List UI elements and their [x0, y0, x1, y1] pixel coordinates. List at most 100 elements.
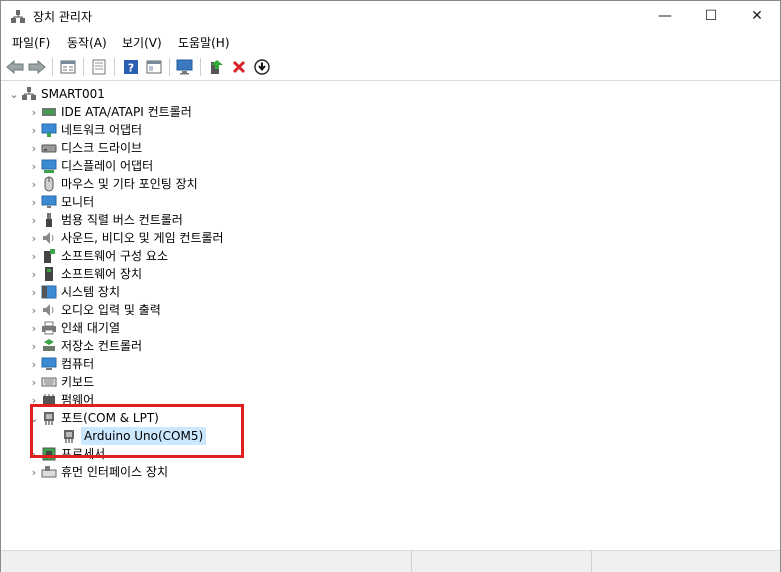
menu-view[interactable]: 보기(V): [122, 34, 162, 51]
tree-item-computer[interactable]: › 컴퓨터: [27, 355, 94, 373]
monitor-icon: [41, 194, 57, 210]
chevron-right-icon[interactable]: ›: [27, 373, 41, 391]
update-driver-icon[interactable]: [206, 57, 226, 77]
back-icon[interactable]: [5, 57, 25, 77]
chevron-right-icon[interactable]: ›: [27, 121, 41, 139]
hid-icon: [41, 464, 57, 480]
close-button[interactable]: ✕: [734, 1, 780, 31]
tree-item-ide[interactable]: › IDE ATA/ATAPI 컨트롤러: [27, 103, 192, 121]
keyboard-icon: [41, 374, 57, 390]
chevron-right-icon[interactable]: ›: [27, 175, 41, 193]
tree-item-network[interactable]: › 네트워크 어댑터: [27, 121, 142, 139]
tree-item-label: 인쇄 대기열: [61, 321, 121, 335]
download-icon[interactable]: [252, 57, 272, 77]
disk-drive-icon: [41, 140, 57, 156]
toolbar-separator: [83, 58, 84, 76]
highlight-box: [30, 404, 244, 458]
tree-item-keyboard[interactable]: › 키보드: [27, 373, 94, 391]
title-bar: 장치 관리자 — ☐ ✕: [1, 1, 780, 31]
menu-action[interactable]: 동작(A): [67, 34, 107, 51]
toolbar-separator: [114, 58, 115, 76]
usb-icon: [41, 212, 57, 228]
tree-item-hid[interactable]: › 휴먼 인터페이스 장치: [27, 463, 168, 481]
speaker-icon: [41, 230, 57, 246]
chevron-right-icon[interactable]: ›: [27, 283, 41, 301]
software-component-icon: [41, 248, 57, 264]
chevron-right-icon[interactable]: ›: [27, 337, 41, 355]
toolbar-separator: [200, 58, 201, 76]
minimize-button[interactable]: —: [642, 1, 688, 31]
tree-root[interactable]: ⌄ SMART001: [7, 85, 105, 103]
tree-item-disk[interactable]: › 디스크 드라이브: [27, 139, 142, 157]
chevron-right-icon[interactable]: ›: [27, 211, 41, 229]
monitor-scan-icon[interactable]: [175, 57, 195, 77]
help-icon[interactable]: ?: [121, 57, 141, 77]
tree-item-display[interactable]: › 디스플레이 어댑터: [27, 157, 153, 175]
chevron-right-icon[interactable]: ›: [27, 157, 41, 175]
mouse-icon: [41, 176, 57, 192]
toolbar: ?: [1, 54, 780, 81]
computer-icon: [41, 356, 57, 372]
chevron-right-icon[interactable]: ›: [27, 229, 41, 247]
computer-tree-icon: [21, 86, 37, 102]
tree-item-label: 디스플레이 어댑터: [61, 159, 154, 173]
tree-item-label: 오디오 입력 및 출력: [61, 303, 161, 317]
ide-controller-icon: [41, 104, 57, 120]
chevron-right-icon[interactable]: ›: [27, 139, 41, 157]
tree-root-label: SMART001: [41, 87, 105, 101]
status-bar: [1, 550, 780, 572]
device-list-icon[interactable]: [89, 57, 109, 77]
uninstall-icon[interactable]: [229, 57, 249, 77]
chevron-right-icon[interactable]: ›: [27, 193, 41, 211]
device-tree[interactable]: ⌄ SMART001 › IDE ATA/ATAPI 컨트롤러 › 네트워크 어…: [1, 83, 780, 548]
chevron-right-icon[interactable]: ›: [27, 265, 41, 283]
tree-item-mouse[interactable]: › 마우스 및 기타 포인팅 장치: [27, 175, 198, 193]
tree-item-software-component[interactable]: › 소프트웨어 구성 요소: [27, 247, 168, 265]
software-device-icon: [41, 266, 57, 282]
tree-item-label: IDE ATA/ATAPI 컨트롤러: [61, 105, 192, 119]
window-title: 장치 관리자: [33, 10, 93, 24]
chevron-down-icon[interactable]: ⌄: [7, 85, 21, 103]
tree-item-label: 시스템 장치: [61, 285, 121, 299]
chevron-right-icon[interactable]: ›: [27, 463, 41, 481]
tree-item-label: 컴퓨터: [61, 357, 95, 371]
maximize-button[interactable]: ☐: [688, 1, 734, 31]
tree-item-system[interactable]: › 시스템 장치: [27, 283, 120, 301]
chevron-right-icon[interactable]: ›: [27, 247, 41, 265]
tree-item-software-device[interactable]: › 소프트웨어 장치: [27, 265, 142, 283]
tree-item-usb[interactable]: › 범용 직렬 버스 컨트롤러: [27, 211, 183, 229]
device-manager-app-icon: [10, 9, 26, 25]
chevron-right-icon[interactable]: ›: [27, 301, 41, 319]
status-cell: [411, 551, 592, 572]
menu-help[interactable]: 도움말(H): [178, 34, 230, 51]
tree-item-label: 소프트웨어 구성 요소: [61, 249, 168, 263]
forward-icon[interactable]: [27, 57, 47, 77]
properties-pane-icon[interactable]: [58, 57, 78, 77]
tree-item-label: 휴먼 인터페이스 장치: [61, 465, 168, 479]
action-view-icon[interactable]: [144, 57, 164, 77]
tree-item-label: 네트워크 어댑터: [61, 123, 143, 137]
chevron-right-icon[interactable]: ›: [27, 319, 41, 337]
tree-item-monitor[interactable]: › 모니터: [27, 193, 94, 211]
svg-text:?: ?: [128, 62, 134, 75]
menu-bar: 파일(F) 동작(A) 보기(V) 도움말(H): [1, 32, 780, 52]
toolbar-separator: [169, 58, 170, 76]
tree-item-label: 마우스 및 기타 포인팅 장치: [61, 177, 198, 191]
chevron-right-icon[interactable]: ›: [27, 355, 41, 373]
device-manager-window: 장치 관리자 — ☐ ✕ 파일(F) 동작(A) 보기(V) 도움말(H) ?: [0, 0, 781, 572]
printer-icon: [41, 320, 57, 336]
tree-item-label: 소프트웨어 장치: [61, 267, 143, 281]
status-cell: [1, 551, 412, 572]
chevron-right-icon[interactable]: ›: [27, 103, 41, 121]
tree-item-storage[interactable]: › 저장소 컨트롤러: [27, 337, 142, 355]
tree-item-sound[interactable]: › 사운드, 비디오 및 게임 컨트롤러: [27, 229, 224, 247]
tree-item-audio-io[interactable]: › 오디오 입력 및 출력: [27, 301, 161, 319]
tree-item-label: 범용 직렬 버스 컨트롤러: [61, 213, 183, 227]
tree-item-print-queue[interactable]: › 인쇄 대기열: [27, 319, 120, 337]
tree-item-label: 모니터: [61, 195, 95, 209]
tree-item-label: 키보드: [61, 375, 95, 389]
menu-file[interactable]: 파일(F): [12, 34, 50, 51]
tree-item-label: 저장소 컨트롤러: [61, 339, 143, 353]
storage-controller-icon: [41, 338, 57, 354]
system-device-icon: [41, 284, 57, 300]
